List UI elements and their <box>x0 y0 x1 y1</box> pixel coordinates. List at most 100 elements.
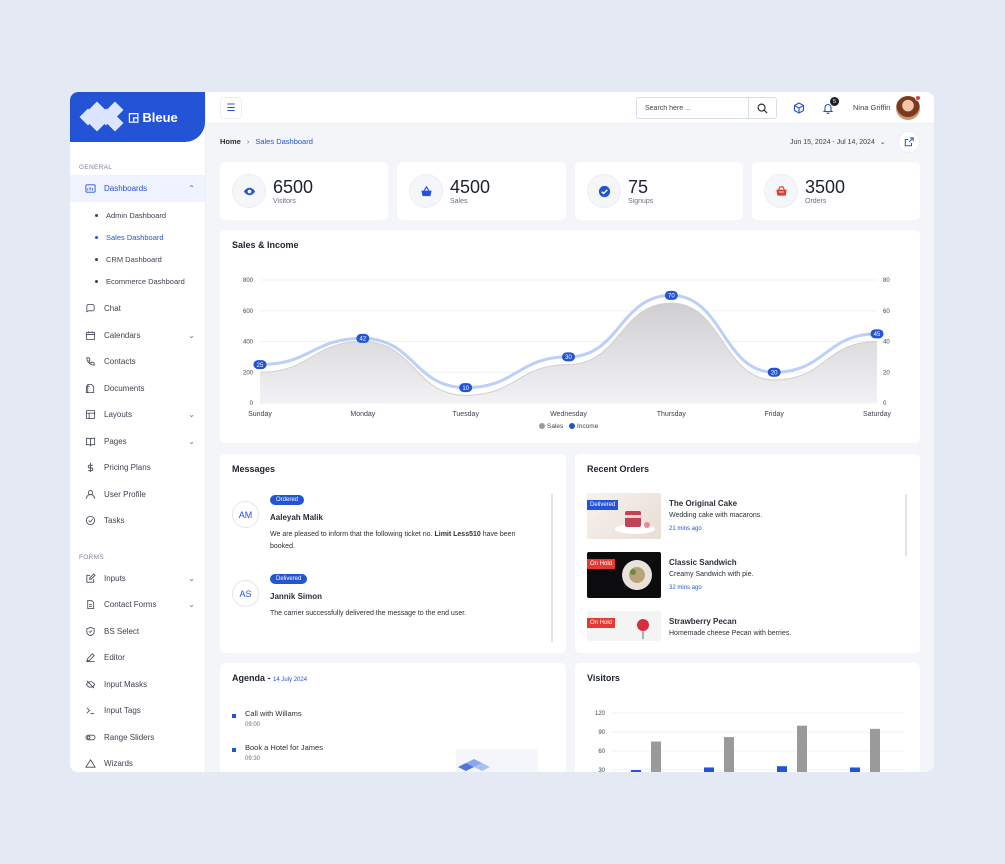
income-data-label: 20 <box>771 370 778 376</box>
avatar: AM <box>232 501 259 528</box>
y-right-tick-label: 40 <box>883 340 890 346</box>
sidebar-item-bs-select[interactable]: BS Select <box>70 618 205 645</box>
export-button[interactable] <box>898 131 920 153</box>
breadcrumb-home-link[interactable]: Home <box>220 137 241 146</box>
sidebar-item-label: Chat <box>104 304 121 314</box>
brand-mark-icon: ◲ <box>128 110 140 124</box>
sidebar-item-chat[interactable]: Chat <box>70 296 205 323</box>
toggle-icon <box>84 731 96 743</box>
visitors-bar-series-1 <box>631 770 641 772</box>
agenda-date: 14 July 2024 <box>273 677 308 683</box>
check-circle-icon <box>84 515 96 527</box>
messages-card: Messages AM Ordered Aaleyah Malik We are… <box>220 454 566 653</box>
sidebar-item-dashboards[interactable]: Dashboards ⌃ <box>70 175 205 202</box>
bullet-icon <box>95 280 98 283</box>
x-tick-label: Tuesday <box>452 411 479 418</box>
sidebar-item-layouts[interactable]: Layouts ⌄ <box>70 402 205 429</box>
status-badge: On Hold <box>587 618 616 628</box>
visitors-bar-series-1 <box>777 766 787 772</box>
user-name[interactable]: Nina Griffin <box>853 103 890 112</box>
order-name: Classic Sandwich <box>669 558 737 567</box>
dollar-icon <box>84 462 96 474</box>
list-icon: ☰ <box>226 102 236 114</box>
search-input[interactable] <box>637 98 749 118</box>
submenu-item-admin-dashboard[interactable]: Admin Dashboard <box>70 205 205 227</box>
sidebar-item-tasks[interactable]: Tasks <box>70 508 205 535</box>
stat-value: 75 <box>628 177 649 197</box>
documents-icon <box>84 382 96 394</box>
sidebar-item-label: Pages <box>104 436 127 446</box>
order-time: 32 mins ago <box>669 585 702 591</box>
bullet-icon <box>232 748 236 752</box>
basket-icon <box>409 174 443 208</box>
y-left-tick-label: 200 <box>243 370 254 376</box>
sidebar-item-user-profile[interactable]: User Profile <box>70 481 205 508</box>
sidebar-item-pages[interactable]: Pages ⌄ <box>70 428 205 455</box>
book-icon <box>84 435 96 447</box>
bullet-icon <box>232 714 236 718</box>
sidebar-item-inputs[interactable]: Inputs ⌄ <box>70 565 205 592</box>
sidebar-item-calendars[interactable]: Calendars ⌄ <box>70 322 205 349</box>
date-range-picker[interactable]: Jun 15, 2024 - Jul 14, 2024 ⌄ <box>790 138 886 146</box>
sidebar-item-editor[interactable]: Editor <box>70 645 205 672</box>
y-left-tick-label: 0 <box>250 401 254 407</box>
order-name: Strawberry Pecan <box>669 617 737 626</box>
y-right-tick-label: 80 <box>883 278 890 284</box>
triangle-icon <box>84 758 96 770</box>
general-nav-list: Chat Calendars ⌄ Contacts Documents Layo… <box>70 296 205 535</box>
sidebar-item-label: Wizards <box>104 759 133 769</box>
income-data-label: 10 <box>462 386 469 392</box>
share-icon <box>904 137 914 147</box>
scrollbar[interactable] <box>905 494 907 556</box>
y-left-tick-label: 800 <box>243 278 254 284</box>
sidebar-item-documents[interactable]: Documents <box>70 375 205 402</box>
x-tick-label: Wednesday <box>550 411 587 418</box>
bullet-icon <box>95 214 98 217</box>
submenu-item-ecommerce-dashboard[interactable]: Ecommerce Dashboard <box>70 271 205 293</box>
sidebar-item-contact-forms[interactable]: Contact Forms ⌄ <box>70 592 205 619</box>
cube-icon[interactable] <box>792 101 806 115</box>
search-button[interactable] <box>748 98 776 118</box>
chat-icon <box>84 303 96 315</box>
sidebar-item-range-sliders[interactable]: Range Sliders <box>70 724 205 751</box>
y-tick-label: 60 <box>598 749 605 755</box>
brand-name: Bleue <box>142 109 178 125</box>
sidebar-item-input-masks[interactable]: Input Masks <box>70 671 205 698</box>
agenda-title: Book a Hotel for James <box>245 743 323 752</box>
order-item[interactable]: On Hold Strawberry Pecan Homemade cheese… <box>587 611 897 641</box>
sidebar-item-pricing-plans[interactable]: Pricing Plans <box>70 455 205 482</box>
order-description: Wedding cake with macarons. <box>669 512 763 519</box>
visitors-bar-series-2 <box>724 737 734 772</box>
x-tick-label: Thursday <box>657 411 687 418</box>
sales-income-card: Sales & Income 0 200 400 600 800 0 20 40 60 80 Sun… <box>220 230 920 443</box>
submenu-item-sales-dashboard[interactable]: Sales Dashboard <box>70 227 205 249</box>
search-icon <box>757 103 768 114</box>
sidebar-item-contacts[interactable]: Contacts <box>70 349 205 376</box>
submenu-item-crm-dashboard[interactable]: CRM Dashboard <box>70 249 205 271</box>
user-icon <box>84 488 96 500</box>
legend-sales-marker <box>539 423 545 429</box>
menu-toggle-button[interactable]: ☰ <box>220 97 242 119</box>
income-data-label: 45 <box>874 332 881 338</box>
brand[interactable]: ◲ Bleue <box>70 92 205 142</box>
section-label-forms: FORMS <box>79 554 104 561</box>
status-badge: Ordered <box>270 495 305 505</box>
sidebar-item-label: Dashboards <box>104 183 148 193</box>
stat-card-signups: 75 Signups <box>575 162 743 220</box>
chevron-up-icon: ⌃ <box>188 183 195 193</box>
date-range-value: Jun 15, 2024 - Jul 14, 2024 <box>790 139 875 146</box>
sidebar-item-label: Contact Forms <box>104 600 157 610</box>
avatar: AS <box>232 580 259 607</box>
y-right-tick-label: 0 <box>883 401 887 407</box>
order-item[interactable]: On Hold Classic Sandwich Creamy Sandwich… <box>587 552 897 598</box>
sidebar-item-label: Contacts <box>104 357 136 367</box>
stat-label: Sales <box>450 198 468 205</box>
sidebar-item-label: Calendars <box>104 330 141 340</box>
sidebar-item-input-tags[interactable]: Input Tags <box>70 698 205 725</box>
card-title: Agenda - 14 July 2024 <box>232 673 308 683</box>
order-item[interactable]: Delivered The Original Cake Wedding cake… <box>587 493 897 539</box>
scrollbar[interactable] <box>551 494 553 642</box>
sidebar-item-wizards[interactable]: Wizards <box>70 751 205 773</box>
sidebar-item-label: User Profile <box>104 489 146 499</box>
agenda-title: Call with Willams <box>245 709 302 718</box>
